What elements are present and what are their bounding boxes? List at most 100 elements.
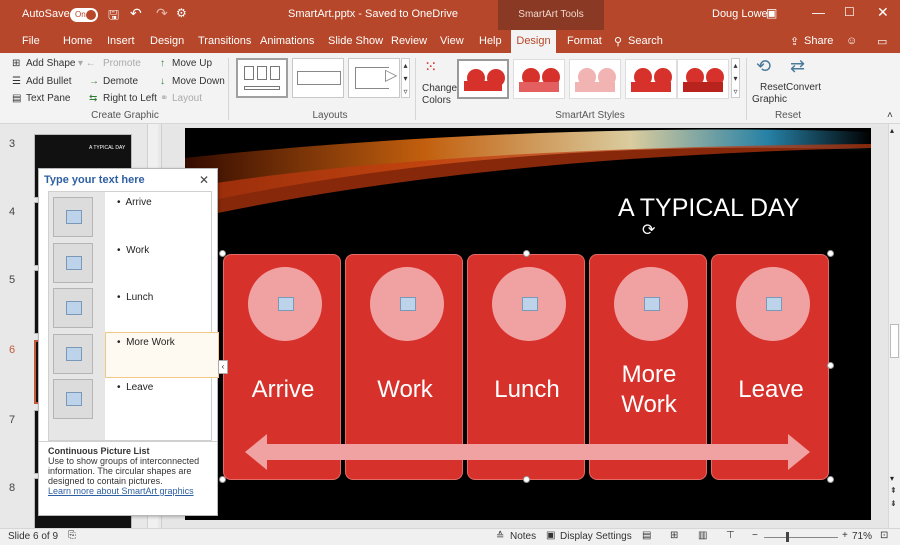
reading-view-icon[interactable]: ▥ [698, 530, 707, 541]
picture-thumb-icon[interactable] [53, 334, 93, 374]
slide-sorter-icon[interactable]: ⊞ [670, 530, 678, 541]
style-option-5[interactable] [677, 59, 729, 99]
move-up-button[interactable]: Move Up [172, 58, 212, 69]
search-box[interactable]: Search [628, 35, 663, 47]
learn-more-link[interactable]: Learn more about SmartArt graphics [48, 486, 194, 496]
autosave-toggle[interactable]: On [70, 8, 98, 22]
scroll-thumb[interactable] [890, 324, 899, 358]
picture-thumb-icon[interactable] [53, 197, 93, 237]
tab-insert[interactable]: Insert [107, 35, 135, 47]
style-option-4[interactable] [625, 59, 677, 99]
picture-placeholder-icon[interactable] [248, 267, 322, 341]
next-slide-icon[interactable]: ⇟ [890, 499, 897, 508]
customize-qat-icon[interactable]: ⚙ [176, 6, 187, 20]
layout-option-2[interactable] [292, 58, 344, 98]
tab-format[interactable]: Format [567, 35, 602, 47]
notes-icon[interactable]: ≙ [496, 531, 504, 542]
styles-scroll[interactable]: ▴ ▾ ▿ [731, 58, 740, 98]
style-option-3[interactable] [569, 59, 621, 99]
resize-handle[interactable] [523, 476, 530, 483]
user-name[interactable]: Doug Lowe [712, 8, 768, 20]
comments-icon[interactable]: ▭ [877, 35, 887, 48]
display-settings-button[interactable]: Display Settings [560, 531, 632, 542]
tab-review[interactable]: Review [391, 35, 427, 47]
tab-file[interactable]: File [22, 35, 40, 47]
zoom-slider-thumb[interactable] [786, 532, 789, 542]
zoom-out-icon[interactable]: − [752, 530, 758, 541]
redo-icon[interactable]: ↷ [156, 5, 168, 22]
tab-view[interactable]: View [440, 35, 464, 47]
reset-graphic-button-l2[interactable]: Graphic [752, 94, 787, 105]
layouts-scroll[interactable]: ▴ ▾ ▿ [401, 58, 410, 98]
text-pane-button[interactable]: Text Pane [26, 93, 70, 104]
picture-placeholder-icon[interactable] [492, 267, 566, 341]
convert-button[interactable]: Convert [786, 82, 821, 93]
demote-button[interactable]: Demote [103, 76, 138, 87]
collapse-ribbon-icon[interactable]: ˄ [887, 110, 893, 121]
undo-icon[interactable]: ↶ [130, 5, 142, 22]
tab-slide-show[interactable]: Slide Show [328, 35, 383, 47]
close-icon[interactable]: ✕ [877, 4, 889, 21]
bullet-item[interactable]: • Lunch [117, 292, 153, 303]
picture-thumb-icon[interactable] [53, 288, 93, 328]
document-title[interactable]: SmartArt.pptx - Saved to OneDrive [288, 8, 458, 20]
style-option-1[interactable] [457, 59, 509, 99]
close-icon[interactable]: ✕ [199, 173, 209, 187]
maximize-icon[interactable]: ☐ [844, 5, 855, 19]
picture-thumb-icon[interactable] [53, 243, 93, 283]
bullet-item[interactable]: • Arrive [117, 197, 152, 208]
search-icon[interactable]: ⚲ [614, 35, 622, 48]
share-icon[interactable]: ⇪ [790, 35, 799, 48]
layout-option-continuous-picture[interactable] [236, 58, 288, 98]
share-button[interactable]: Share [804, 35, 833, 47]
previous-slide-icon[interactable]: ⇞ [890, 486, 897, 495]
resize-handle[interactable] [523, 250, 530, 257]
text-pane-toggle-icon[interactable]: ‹ [218, 360, 228, 374]
zoom-level[interactable]: 71% [852, 531, 872, 542]
display-settings-icon[interactable]: ▣ [546, 530, 555, 541]
fit-to-window-icon[interactable]: ⊡ [880, 530, 888, 541]
picture-placeholder-icon[interactable] [370, 267, 444, 341]
change-colors-button-l2[interactable]: Colors [422, 95, 451, 106]
layout-dropdown[interactable]: Layout [172, 93, 202, 104]
tab-transitions[interactable]: Transitions [198, 35, 251, 47]
bullet-item[interactable]: • Leave [117, 382, 153, 393]
tab-smartart-design[interactable]: Design [511, 30, 556, 53]
save-icon[interactable]: 🖫 [108, 6, 119, 28]
ribbon-display-icon[interactable]: ▣ [766, 6, 777, 20]
resize-handle[interactable] [827, 362, 834, 369]
tab-animations[interactable]: Animations [260, 35, 314, 47]
smiley-icon[interactable]: ☺ [846, 35, 857, 47]
add-shape-button[interactable]: Add Shape [26, 58, 76, 69]
resize-handle[interactable] [219, 250, 226, 257]
picture-thumb-icon[interactable] [53, 379, 93, 419]
move-down-button[interactable]: Move Down [172, 76, 225, 87]
resize-handle[interactable] [827, 250, 834, 257]
zoom-slider[interactable] [764, 537, 838, 538]
accessibility-icon[interactable]: ⎘ [68, 530, 76, 541]
resize-handle[interactable] [219, 476, 226, 483]
minimize-icon[interactable]: — [812, 5, 825, 20]
picture-placeholder-icon[interactable] [614, 267, 688, 341]
rotate-handle-icon[interactable]: ⟳ [642, 220, 655, 240]
style-option-2[interactable] [513, 59, 565, 99]
resize-handle[interactable] [827, 476, 834, 483]
change-colors-button-l1[interactable]: Change [422, 83, 457, 94]
bullet-item[interactable]: • More Work [117, 337, 175, 348]
notes-button[interactable]: Notes [510, 531, 536, 542]
layout-option-3[interactable]: ▷ [348, 58, 400, 98]
tab-help[interactable]: Help [479, 35, 502, 47]
bullet-item[interactable]: • Work [117, 245, 149, 256]
add-bullet-button[interactable]: Add Bullet [26, 76, 72, 87]
tab-home[interactable]: Home [63, 35, 92, 47]
tab-design[interactable]: Design [150, 35, 184, 47]
normal-view-icon[interactable]: ▤ [642, 530, 651, 541]
slide-title[interactable]: A TYPICAL DAY [618, 194, 800, 223]
promote-button[interactable]: Promote [103, 58, 141, 69]
scroll-up-icon[interactable]: ▴ [890, 126, 894, 135]
picture-placeholder-icon[interactable] [736, 267, 810, 341]
vertical-scrollbar[interactable]: ▴ ▾ ⇞ ⇟ [888, 124, 900, 528]
scroll-down-icon[interactable]: ▾ [890, 474, 894, 483]
slideshow-view-icon[interactable]: ⊤ [726, 530, 735, 541]
zoom-in-icon[interactable]: + [842, 530, 848, 541]
